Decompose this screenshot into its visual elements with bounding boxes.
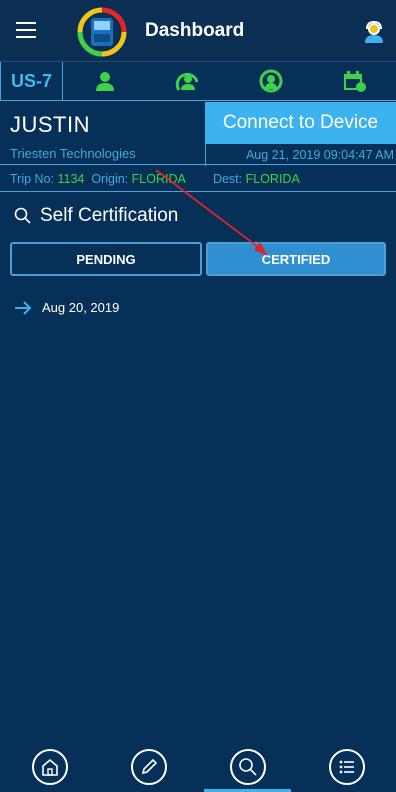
status-row: US-7 (0, 62, 396, 101)
nav-list[interactable] (297, 742, 396, 792)
menu-icon[interactable] (16, 22, 36, 40)
on-duty-icon (175, 72, 199, 91)
divider (0, 164, 396, 165)
edit-button[interactable] (130, 749, 167, 785)
search-icon[interactable] (14, 207, 32, 225)
trip-no-label: Trip No: (10, 172, 54, 186)
arrow-right-icon (15, 300, 32, 315)
app-bar: Dashboard (0, 0, 396, 62)
app-logo (77, 7, 127, 57)
sync-icon (259, 69, 283, 93)
origin-label: Origin: (91, 172, 129, 186)
cycle-label[interactable]: US-7 (0, 62, 63, 100)
trip-dest: FLORIDA (245, 172, 300, 186)
nav-edit[interactable] (99, 742, 198, 792)
status-calendar[interactable] (313, 62, 396, 100)
search-icon (238, 758, 257, 776)
home-icon (41, 758, 58, 776)
driver-status-icon (95, 72, 114, 91)
status-sync[interactable] (230, 62, 313, 100)
tab-pending[interactable]: PENDING (10, 242, 202, 276)
trip-info: Trip No: 1134 Origin: FLORIDA Dest: FLOR… (10, 172, 396, 186)
list-item[interactable]: Aug 20, 2019 (14, 300, 119, 315)
company-name: Triesten Technologies (10, 146, 136, 161)
section-title: Self Certification (40, 205, 179, 226)
connect-device-button[interactable]: Connect to Device (205, 102, 396, 144)
list-icon (339, 760, 354, 774)
current-datetime: Aug 21, 2019 09:04:47 AM (205, 144, 396, 166)
status-on-duty[interactable] (146, 62, 229, 100)
dest-label: Dest: (212, 172, 243, 186)
edit-icon (141, 758, 157, 775)
page-title: Dashboard (145, 20, 245, 41)
bottom-nav (0, 742, 396, 792)
certification-tabs: PENDING CERTIFIED (10, 242, 386, 276)
list-button[interactable] (328, 749, 365, 785)
entry-date: Aug 20, 2019 (42, 300, 120, 315)
home-button[interactable] (31, 749, 68, 785)
status-off-duty[interactable] (63, 62, 146, 100)
section-header: Self Certification (14, 205, 178, 227)
nav-home[interactable] (0, 742, 99, 792)
trip-no: 1134 (57, 172, 85, 186)
support-icon[interactable] (362, 20, 386, 44)
nav-search[interactable] (198, 742, 297, 792)
trip-origin: FLORIDA (131, 172, 186, 186)
tab-certified[interactable]: CERTIFIED (206, 242, 386, 276)
search-button[interactable] (229, 749, 266, 785)
calendar-icon (344, 71, 367, 92)
driver-name: JUSTIN (10, 112, 90, 137)
